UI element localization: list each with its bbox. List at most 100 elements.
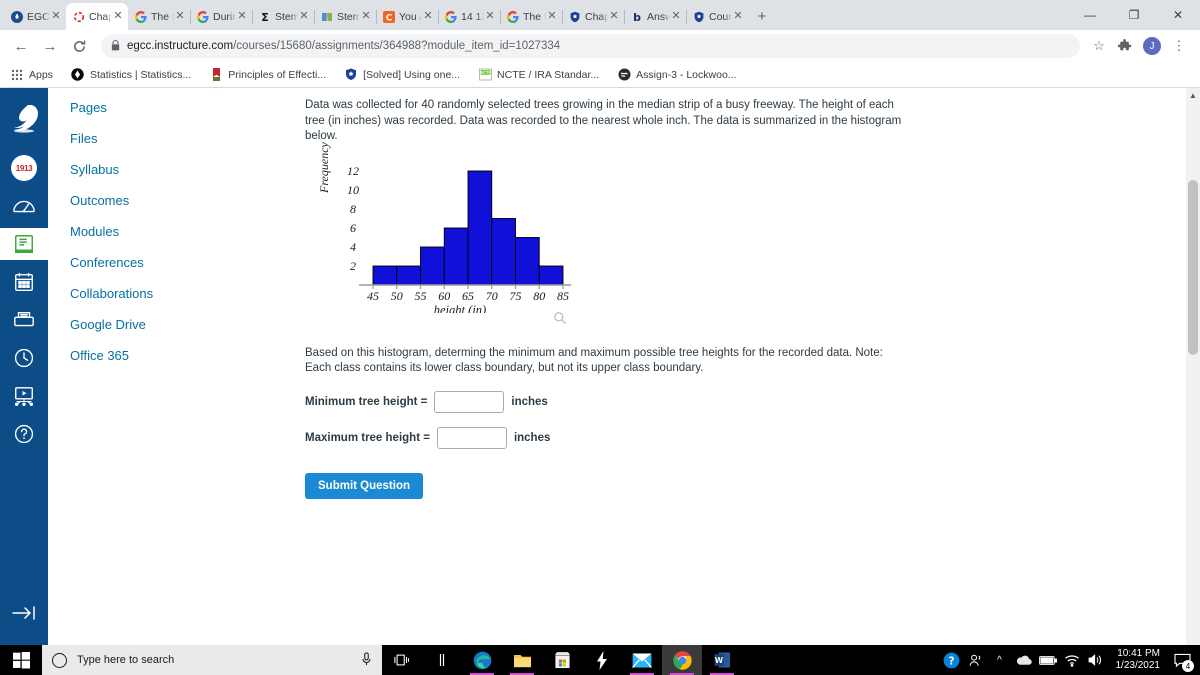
- bookmark-ncte[interactable]: NCTE NCTE / IRA Standar...: [478, 68, 599, 82]
- tab-label: Cours: [709, 10, 732, 23]
- mail-icon[interactable]: [622, 645, 662, 675]
- browser-tab-5[interactable]: Stem ✕: [314, 3, 377, 30]
- tray-chevron-icon[interactable]: ^: [988, 645, 1012, 675]
- apps-grid-icon: [10, 68, 24, 82]
- new-tab-button[interactable]: +: [748, 3, 776, 30]
- tab-close-icon[interactable]: ✕: [174, 11, 186, 22]
- bookmark-star-icon[interactable]: ☆: [1086, 33, 1112, 59]
- sidebar-item-calendar[interactable]: [0, 266, 48, 298]
- url-path: /courses/15680/assignments/364988?module…: [233, 40, 561, 52]
- tab-close-icon[interactable]: ✕: [422, 11, 434, 22]
- notification-center-button[interactable]: 4: [1168, 645, 1196, 675]
- browser-tab-9[interactable]: Chapt ✕: [562, 3, 625, 30]
- tab-close-icon[interactable]: ✕: [236, 11, 248, 22]
- course-nav-item-pages[interactable]: Pages: [48, 92, 189, 123]
- scroll-up-arrow[interactable]: ▲: [1186, 88, 1200, 102]
- course-nav-item-google-drive[interactable]: Google Drive: [48, 309, 189, 340]
- start-button[interactable]: [0, 645, 42, 675]
- bookmark-principles[interactable]: Principles of Effecti...: [209, 68, 326, 82]
- tab-close-icon[interactable]: ✕: [50, 11, 62, 22]
- tab-close-icon[interactable]: ✕: [484, 11, 496, 22]
- address-bar[interactable]: egcc.instructure.com/courses/15680/assig…: [101, 34, 1080, 58]
- battery-icon[interactable]: [1036, 645, 1060, 675]
- browser-tab-3[interactable]: During ✕: [190, 3, 253, 30]
- taskbar-clock[interactable]: 10:41 PM 1/23/2021: [1108, 648, 1169, 672]
- sidebar-item-inbox[interactable]: [0, 304, 48, 336]
- browser-tab-2[interactable]: The fi ✕: [128, 3, 191, 30]
- bookmark-apps[interactable]: Apps: [10, 68, 53, 82]
- course-nav-item-outcomes[interactable]: Outcomes: [48, 185, 189, 216]
- onedrive-icon[interactable]: [1012, 645, 1036, 675]
- bookmarks-bar: Apps Statistics | Statistics... Principl…: [0, 62, 1200, 88]
- vertical-scrollbar[interactable]: ▲: [1186, 88, 1200, 645]
- tab-close-icon[interactable]: ✕: [732, 11, 744, 22]
- sidebar-item-dashboard[interactable]: [0, 190, 48, 222]
- bookmark-statistics[interactable]: Statistics | Statistics...: [71, 68, 191, 82]
- account-badge: 1913: [11, 155, 37, 181]
- file-explorer-icon[interactable]: [502, 645, 542, 675]
- maximum-tree-height-input[interactable]: [436, 426, 507, 449]
- course-nav-item-files[interactable]: Files: [48, 123, 189, 154]
- tab-label: The fi: [151, 10, 174, 23]
- course-nav-item-modules[interactable]: Modules: [48, 216, 189, 247]
- browser-tab-8[interactable]: The fo ✕: [500, 3, 563, 30]
- taskbar-search[interactable]: Type here to search: [42, 645, 382, 675]
- microsoft-store-icon[interactable]: [542, 645, 582, 675]
- sidebar-item-help[interactable]: [0, 418, 48, 450]
- system-tray: ? ^ 10:41 PM 1/23/2021 4: [940, 645, 1200, 675]
- browser-tab-11[interactable]: Cours ✕: [686, 3, 748, 30]
- y-tick-label: 12: [347, 164, 359, 178]
- minimize-button[interactable]: —: [1068, 0, 1112, 30]
- sidebar-item-history[interactable]: [0, 342, 48, 374]
- maximum-unit-label: inches: [513, 431, 551, 444]
- people-icon[interactable]: [964, 645, 988, 675]
- tab-close-icon[interactable]: ✕: [112, 11, 124, 22]
- microphone-icon[interactable]: [361, 651, 372, 669]
- browser-tab-7[interactable]: 14 12 ✕: [438, 3, 501, 30]
- wifi-icon[interactable]: [1060, 645, 1084, 675]
- sidebar-item-studio[interactable]: [0, 380, 48, 412]
- task-view-icon[interactable]: [382, 645, 422, 675]
- tab-close-icon[interactable]: ✕: [670, 11, 682, 22]
- tab-close-icon[interactable]: ✕: [546, 11, 558, 22]
- back-icon[interactable]: ←: [8, 33, 34, 59]
- chrome-menu-icon[interactable]: ⋮: [1166, 33, 1192, 59]
- browser-tab-10[interactable]: b Answ ✕: [624, 3, 687, 30]
- chrome-icon[interactable]: [662, 645, 702, 675]
- course-nav-item-collaborations[interactable]: Collaborations: [48, 278, 189, 309]
- bookmark-assign3[interactable]: Assign-3 - Lockwoo...: [617, 68, 737, 82]
- question-circle-icon[interactable]: ?: [940, 645, 964, 675]
- edge-icon[interactable]: [462, 645, 502, 675]
- browser-tab-1[interactable]: Chapt ✕: [66, 3, 128, 30]
- close-button[interactable]: ✕: [1156, 0, 1200, 30]
- minimum-tree-height-input[interactable]: [434, 390, 505, 413]
- browser-tab-6[interactable]: C You A ✕: [376, 3, 439, 30]
- course-nav-item-syllabus[interactable]: Syllabus: [48, 154, 189, 185]
- tab-close-icon[interactable]: ✕: [298, 11, 310, 22]
- lightning-app-icon[interactable]: [582, 645, 622, 675]
- forward-icon[interactable]: →: [37, 33, 63, 59]
- word-icon[interactable]: W: [702, 645, 742, 675]
- browser-tab-0[interactable]: EGCC ✕: [4, 3, 67, 30]
- course-nav-item-office-365[interactable]: Office 365: [48, 340, 189, 371]
- canvas-logo-icon[interactable]: [0, 96, 48, 142]
- browser-tab-4[interactable]: Σ Stem ✕: [252, 3, 315, 30]
- speaker-icon[interactable]: [1084, 645, 1108, 675]
- sidebar-item-courses[interactable]: [0, 228, 48, 260]
- extensions-puzzle-icon[interactable]: [1112, 33, 1138, 59]
- tab-close-icon[interactable]: ✕: [608, 11, 620, 22]
- cortana-bars-icon[interactable]: [422, 645, 462, 675]
- svg-text:C: C: [386, 13, 393, 23]
- maximize-button[interactable]: ❐: [1112, 0, 1156, 30]
- course-nav-item-conferences[interactable]: Conferences: [48, 247, 189, 278]
- nav-collapse-button[interactable]: [0, 605, 48, 621]
- reload-icon[interactable]: [66, 33, 92, 59]
- profile-avatar[interactable]: J: [1143, 37, 1161, 55]
- zoom-icon[interactable]: [553, 311, 567, 328]
- submit-question-button[interactable]: Submit Question: [305, 472, 423, 499]
- sidebar-item-account[interactable]: 1913: [0, 152, 48, 184]
- bookmark-solved[interactable]: [Solved] Using one...: [344, 68, 460, 82]
- tab-close-icon[interactable]: ✕: [360, 11, 372, 22]
- histogram-bar: [420, 246, 445, 285]
- scrollbar-thumb[interactable]: [1188, 180, 1198, 355]
